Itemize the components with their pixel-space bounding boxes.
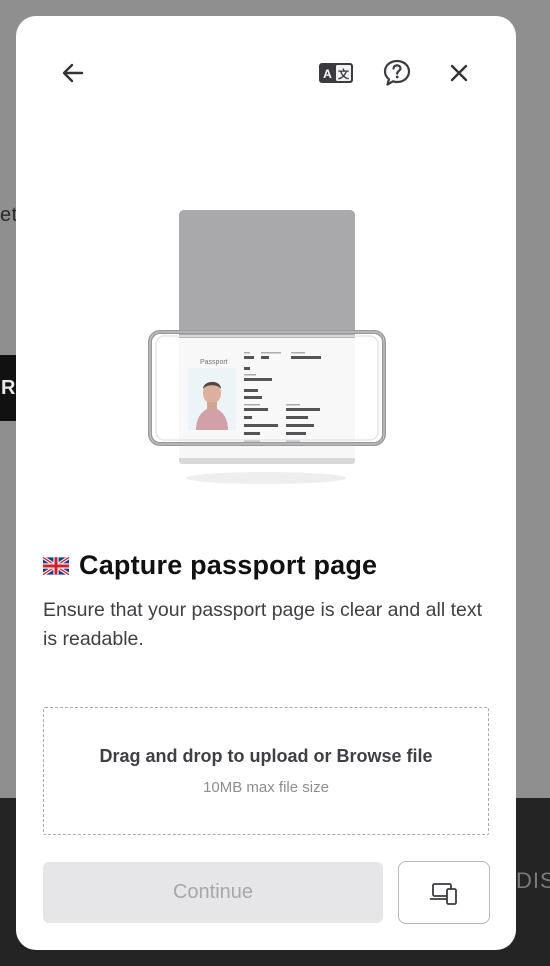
title-row: Capture passport page — [43, 550, 493, 581]
svg-text:文: 文 — [338, 67, 350, 81]
svg-text:A: A — [323, 67, 332, 81]
switch-device-button[interactable] — [398, 861, 490, 924]
devices-icon — [429, 882, 457, 905]
uk-flag-icon — [43, 556, 69, 575]
close-icon — [450, 64, 468, 82]
help-button[interactable] — [377, 53, 417, 93]
background-footer-text: DISC — [516, 868, 550, 893]
dropzone-instruction[interactable]: Drag and drop to upload or Browse file — [99, 746, 432, 767]
dropzone-size-limit: 10MB max file size — [203, 779, 329, 796]
passport-scan-illustration: Passport — [148, 210, 386, 484]
back-button[interactable] — [53, 53, 93, 93]
capture-passport-modal: A 文 Passport Capture passport page Ensur… — [16, 16, 516, 950]
file-dropzone[interactable]: Drag and drop to upload or Browse file 1… — [43, 707, 489, 835]
help-chat-icon — [383, 59, 411, 86]
continue-button[interactable]: Continue — [43, 862, 383, 923]
arrow-left-icon — [62, 63, 84, 83]
language-button[interactable]: A 文 — [316, 53, 356, 93]
translate-icon: A 文 — [319, 63, 353, 83]
page-title: Capture passport page — [79, 550, 378, 580]
instruction-text: Ensure that your passport page is clear … — [43, 599, 482, 650]
close-button[interactable] — [439, 53, 479, 93]
